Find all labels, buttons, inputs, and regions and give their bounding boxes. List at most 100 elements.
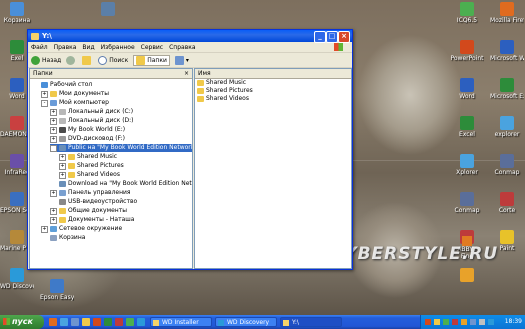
tree-item[interactable]: + Общие документы — [50, 207, 127, 215]
explorer-window[interactable]: Y:\ _ □ × Файл Правка Вид Избранное Серв… — [27, 29, 353, 270]
search-button[interactable]: Поиск — [98, 55, 128, 65]
app4-quicklaunch-icon[interactable] — [137, 318, 145, 326]
menu-help[interactable]: Справка — [169, 44, 195, 51]
desktop-icon-right-0[interactable]: ICQ6.5 — [450, 2, 484, 24]
tree-item[interactable]: + Мои документы — [41, 90, 109, 98]
desktop-icon-right2-0[interactable]: Mozilla Firefox — [490, 2, 524, 24]
file-item[interactable]: Shared Pictures — [195, 87, 351, 95]
column-header-name[interactable]: Имя — [195, 69, 351, 79]
app-icon — [460, 78, 474, 92]
expand-icon[interactable]: + — [41, 90, 48, 98]
folder-icon — [197, 80, 204, 86]
file-item[interactable]: Shared Videos — [195, 95, 351, 103]
desktop-icon-label: Corte — [498, 207, 516, 214]
tree-item[interactable]: + Shared Music — [59, 153, 117, 161]
window-titlebar[interactable]: Y:\ _ □ × — [28, 30, 352, 43]
collapse-icon[interactable]: - — [41, 99, 48, 107]
desktop-icon-right2-1[interactable]: Microsoft Word — [490, 40, 524, 62]
tree-item[interactable]: + Панель управления — [50, 189, 131, 197]
folders-button[interactable]: Папки — [133, 54, 170, 66]
tree-item[interactable]: + My Book World (E:) — [50, 126, 125, 134]
expand-icon[interactable]: + — [50, 189, 57, 197]
task-explorer[interactable]: Y:\ — [280, 317, 342, 327]
collapse-icon[interactable]: - — [50, 144, 57, 152]
desktop-icon-right2-5[interactable]: Corte — [490, 192, 524, 214]
expand-icon[interactable]: + — [50, 216, 57, 224]
back-button[interactable]: Назад — [31, 55, 61, 65]
tray-icon[interactable] — [434, 319, 440, 325]
tree-item[interactable]: + Локальный диск (C:) — [50, 108, 133, 116]
views-button[interactable]: ▾ — [174, 55, 189, 65]
tree-item[interactable]: Download на "My Book World Edition Netwo… — [50, 180, 192, 188]
app2-quicklaunch-icon[interactable] — [115, 318, 123, 326]
expand-icon[interactable]: + — [41, 225, 48, 233]
desktop-icon-right-7[interactable] — [450, 268, 484, 283]
tree-item[interactable]: Корзина — [41, 234, 85, 242]
folders-pane[interactable]: Папки × Рабочий стол + Мои документы - Мой ко… — [29, 68, 193, 269]
tree-item[interactable]: + Документы - Наташа — [50, 216, 134, 224]
up-button[interactable] — [82, 55, 93, 65]
firefox-quicklaunch-icon[interactable] — [49, 318, 57, 326]
desktop-icon-right2-3[interactable]: explorer — [490, 116, 524, 138]
desktop-icon-right-3[interactable]: Excel — [450, 116, 484, 138]
task-wd-installer[interactable]: WD Installer — [150, 317, 212, 327]
shortcut-icon — [101, 2, 115, 16]
ie-quicklaunch-icon[interactable] — [60, 318, 68, 326]
menu-view[interactable]: Вид — [82, 44, 94, 51]
file-list-pane[interactable]: Имя Shared Music Shared Pictures Shared Vi… — [194, 68, 352, 269]
menu-file[interactable]: Файл — [31, 44, 48, 51]
expand-icon[interactable]: + — [50, 207, 57, 215]
tree-item[interactable]: + Сетевое окружение — [41, 225, 122, 233]
expand-icon[interactable]: + — [59, 171, 66, 179]
expand-icon[interactable]: + — [50, 126, 57, 134]
tree-item[interactable]: - Мой компьютер — [41, 99, 109, 107]
media-quicklaunch-icon[interactable] — [93, 318, 101, 326]
menu-tools[interactable]: Сервис — [141, 44, 163, 51]
tray-icon[interactable] — [461, 319, 467, 325]
desktop-icon-right2-4[interactable]: Conmap — [490, 154, 524, 176]
expand-icon[interactable]: + — [50, 117, 57, 125]
desktop-icon-right-1[interactable]: PowerPoint — [450, 40, 484, 62]
app3-quicklaunch-icon[interactable] — [126, 318, 134, 326]
task-label: Y:\ — [292, 319, 299, 326]
expand-icon[interactable]: + — [59, 153, 66, 161]
desktop-icon-col2-1[interactable]: Epson Easy Photo Print — [40, 279, 74, 301]
expand-icon[interactable]: + — [50, 108, 57, 116]
show-desktop-icon[interactable] — [71, 318, 79, 326]
forward-button[interactable] — [66, 55, 77, 65]
volume-icon[interactable] — [479, 319, 485, 325]
folder-icon — [197, 96, 204, 102]
menu-favorites[interactable]: Избранное — [101, 44, 135, 51]
close-pane-icon[interactable]: × — [184, 69, 189, 78]
tree-item[interactable]: USB-видеоустройство — [50, 198, 137, 206]
desktop-icon-right2-2[interactable]: Microsoft Excel — [490, 78, 524, 100]
expand-icon[interactable]: + — [59, 162, 66, 170]
tray-icon[interactable] — [452, 319, 458, 325]
desktop-icon-left-0[interactable]: Корзина — [0, 2, 34, 24]
tree-item[interactable]: Рабочий стол — [32, 81, 92, 89]
tree-item[interactable]: + DVD-дисковод (F:) — [50, 135, 125, 143]
folder-icon — [50, 235, 57, 241]
app-quicklaunch-icon[interactable] — [104, 318, 112, 326]
desktop-icon-right-2[interactable]: Word — [450, 78, 484, 100]
tray-icon[interactable] — [470, 319, 476, 325]
desktop-icon-right-5[interactable]: Conmap — [450, 192, 484, 214]
expand-icon[interactable]: + — [50, 135, 57, 143]
tray-icon[interactable] — [425, 319, 431, 325]
tray-icon[interactable] — [443, 319, 449, 325]
file-item[interactable]: Shared Music — [195, 79, 351, 87]
desktop-shortcut-top[interactable] — [91, 2, 125, 17]
clock[interactable]: 18:39 — [505, 315, 522, 329]
tree-item[interactable]: + Shared Pictures — [59, 162, 124, 170]
desktop-icon-left-7[interactable]: WD Discovery — [0, 268, 34, 290]
explorer-quicklaunch-icon[interactable] — [82, 318, 90, 326]
start-button[interactable]: пуск — [0, 315, 44, 329]
tree-item[interactable]: + Shared Videos — [59, 171, 120, 179]
folder-up-icon — [82, 55, 92, 65]
task-wd-discovery[interactable]: WD Discovery — [215, 317, 277, 327]
desktop-icon-right-4[interactable]: Xplorer — [450, 154, 484, 176]
network-icon[interactable] — [488, 319, 494, 325]
tree-item[interactable]: + Локальный диск (D:) — [50, 117, 134, 125]
tree-item[interactable]: - Public на "My Book World Edition Networ… — [50, 144, 192, 152]
menu-edit[interactable]: Правка — [54, 44, 77, 51]
